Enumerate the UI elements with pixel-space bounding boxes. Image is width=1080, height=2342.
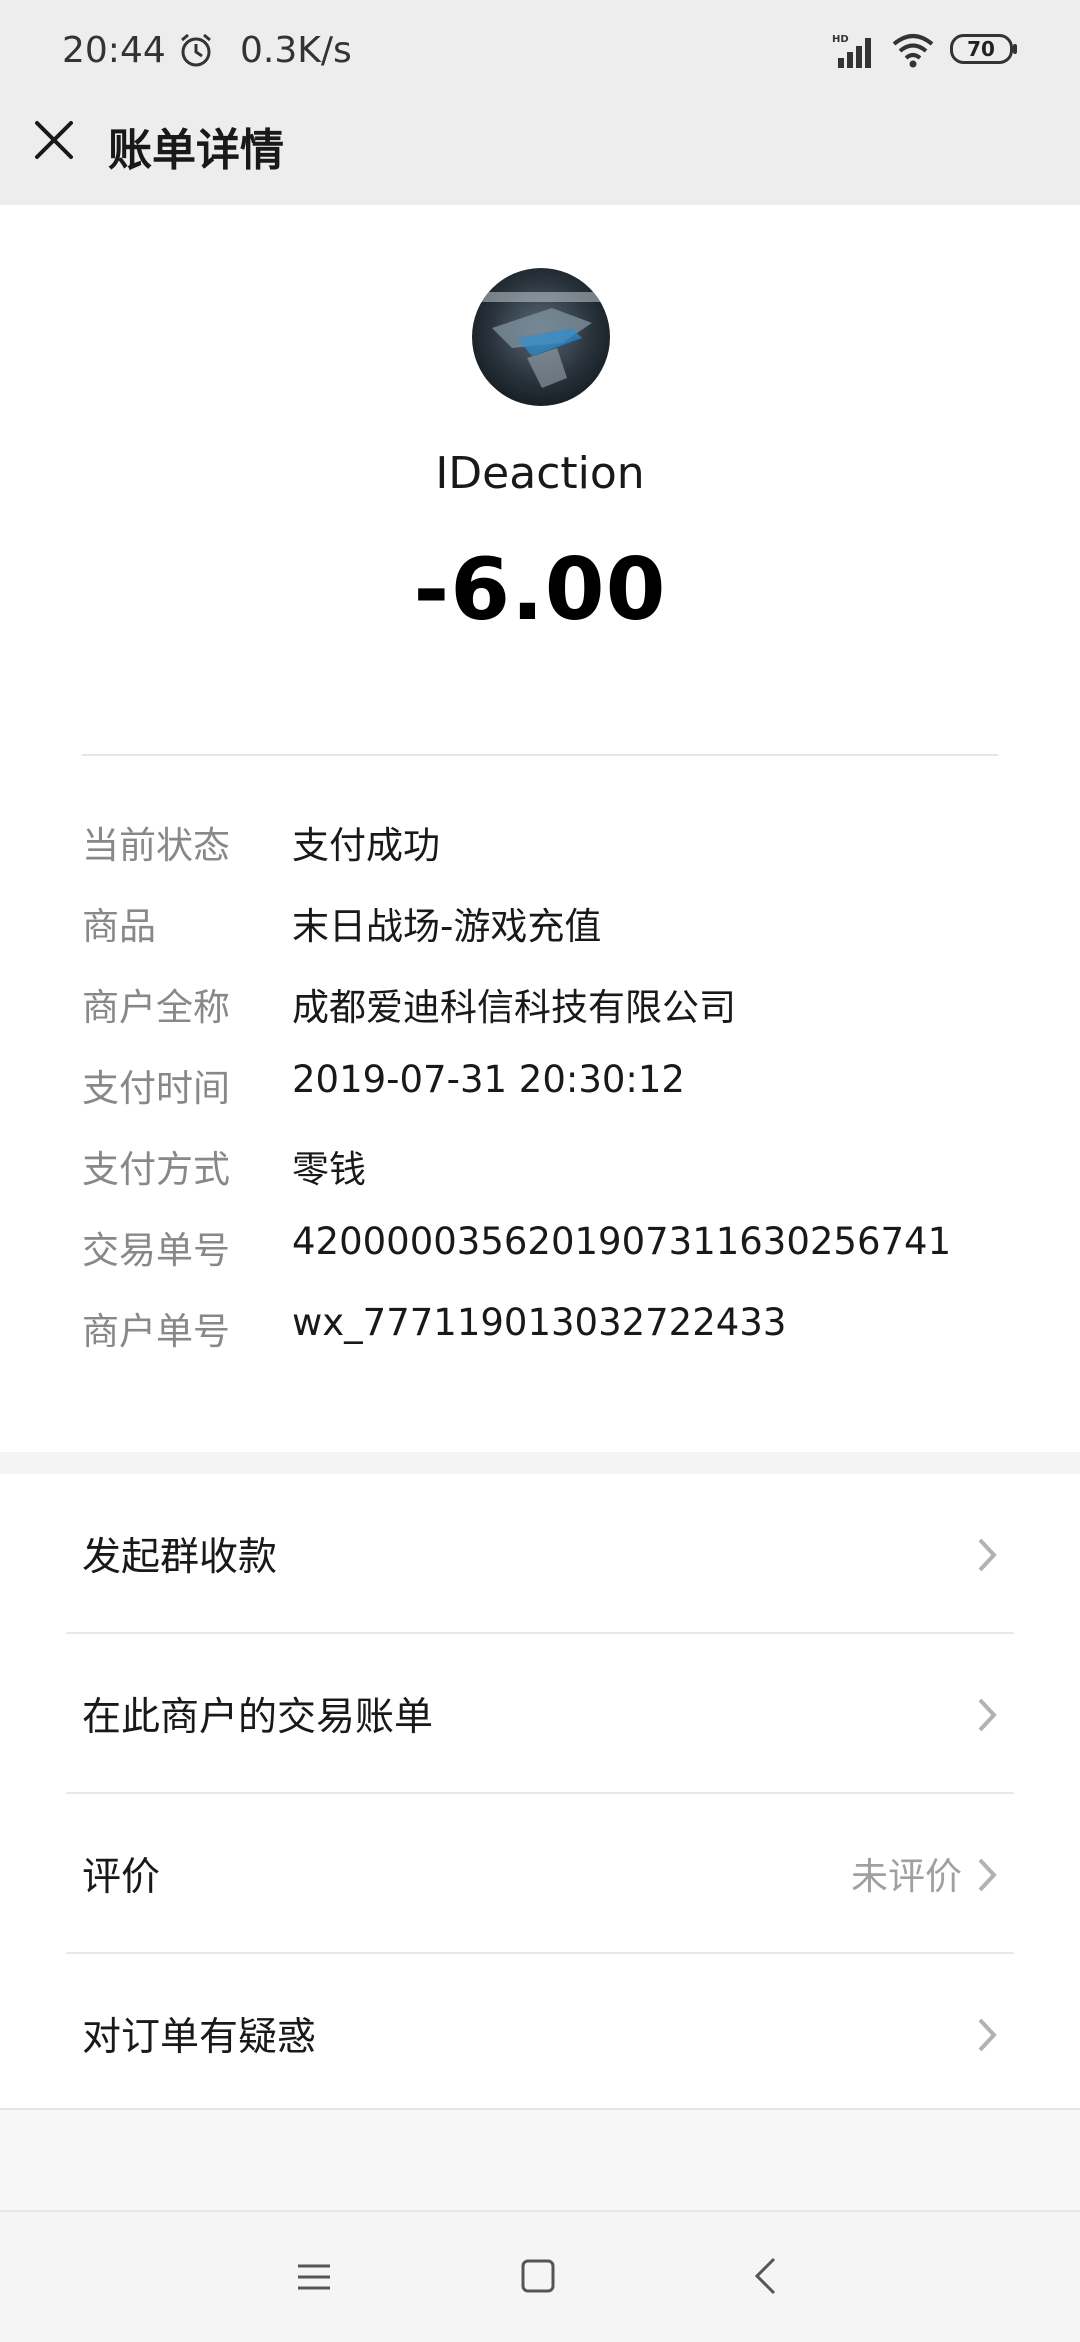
close-icon[interactable] bbox=[32, 118, 76, 162]
signal-icon: HD bbox=[832, 34, 871, 68]
detail-value: 末日战场-游戏充值 bbox=[292, 905, 602, 948]
detail-value: 成都爱迪科信科技有限公司 bbox=[292, 986, 736, 1029]
chevron-right-icon bbox=[978, 1858, 997, 1892]
page-title: 账单详情 bbox=[108, 125, 284, 176]
detail-label: 支付时间 bbox=[82, 1067, 230, 1110]
battery-level: 70 bbox=[967, 37, 995, 61]
action-list: 发起群收款 在此商户的交易账单 评价 未评价 对订单有疑惑 bbox=[0, 1474, 1080, 2112]
chevron-right-icon bbox=[978, 1538, 997, 1572]
detail-row-merchant: 商户全称 成都爱迪科信科技有限公司 bbox=[82, 977, 998, 1058]
action-label: 发起群收款 bbox=[82, 1535, 278, 1580]
detail-label: 交易单号 bbox=[82, 1229, 230, 1272]
alarm-icon bbox=[181, 33, 211, 67]
payment-amount: -6.00 bbox=[413, 540, 667, 640]
detail-row-pay-time: 支付时间 2019-07-31 20:30:12 bbox=[82, 1058, 998, 1139]
detail-row-status: 当前状态 支付成功 bbox=[82, 815, 998, 896]
section-gap bbox=[0, 1452, 1080, 1474]
game-logo-image bbox=[472, 268, 610, 406]
merchant-name: IDeaction bbox=[435, 448, 645, 499]
wifi-icon bbox=[892, 34, 934, 68]
detail-row-pay-method: 支付方式 零钱 bbox=[82, 1139, 998, 1220]
action-label: 评价 bbox=[82, 1855, 161, 1900]
detail-value: 零钱 bbox=[292, 1148, 366, 1191]
battery-icon: 70 bbox=[950, 34, 1018, 64]
chevron-right-icon bbox=[978, 2018, 997, 2052]
back-icon[interactable] bbox=[752, 2256, 778, 2296]
merchant-bills-button[interactable]: 在此商户的交易账单 bbox=[66, 1634, 1014, 1794]
detail-label: 商户全称 bbox=[82, 986, 230, 1029]
action-label: 在此商户的交易账单 bbox=[82, 1695, 434, 1740]
divider bbox=[82, 754, 998, 756]
order-question-button[interactable]: 对订单有疑惑 bbox=[66, 1954, 1014, 2112]
bottom-area bbox=[0, 2108, 1080, 2210]
status-time: 20:44 bbox=[62, 30, 166, 71]
rating-button[interactable]: 评价 未评价 bbox=[66, 1794, 1014, 1954]
detail-value: wx_777119013032722433 bbox=[292, 1301, 787, 1344]
merchant-avatar bbox=[472, 268, 610, 406]
detail-value: 2019-07-31 20:30:12 bbox=[292, 1058, 685, 1101]
svg-text:HD: HD bbox=[832, 34, 849, 45]
home-icon[interactable] bbox=[520, 2258, 556, 2294]
action-label: 对订单有疑惑 bbox=[82, 2015, 317, 2060]
detail-label: 商品 bbox=[82, 905, 156, 948]
network-speed: 0.3K/s bbox=[240, 30, 352, 71]
rating-status: 未评价 bbox=[851, 1855, 962, 1898]
group-collect-button[interactable]: 发起群收款 bbox=[66, 1474, 1014, 1634]
detail-value: 4200000356201907311630256741 bbox=[292, 1220, 952, 1263]
menu-icon[interactable] bbox=[296, 2262, 332, 2292]
detail-label: 支付方式 bbox=[82, 1148, 230, 1191]
detail-row-transaction-id: 交易单号 4200000356201907311630256741 bbox=[82, 1220, 998, 1301]
detail-row-merchant-order-id: 商户单号 wx_777119013032722433 bbox=[82, 1301, 998, 1382]
bill-details: 当前状态 支付成功 商品 末日战场-游戏充值 商户全称 成都爱迪科信科技有限公司… bbox=[82, 815, 998, 1382]
chevron-right-icon bbox=[978, 1698, 997, 1732]
status-bar: 20:44 0.3K/s HD 70 bbox=[0, 0, 1080, 100]
detail-row-product: 商品 末日战场-游戏充值 bbox=[82, 896, 998, 977]
detail-label: 当前状态 bbox=[82, 824, 230, 867]
detail-value: 支付成功 bbox=[292, 824, 440, 867]
detail-label: 商户单号 bbox=[82, 1310, 230, 1353]
